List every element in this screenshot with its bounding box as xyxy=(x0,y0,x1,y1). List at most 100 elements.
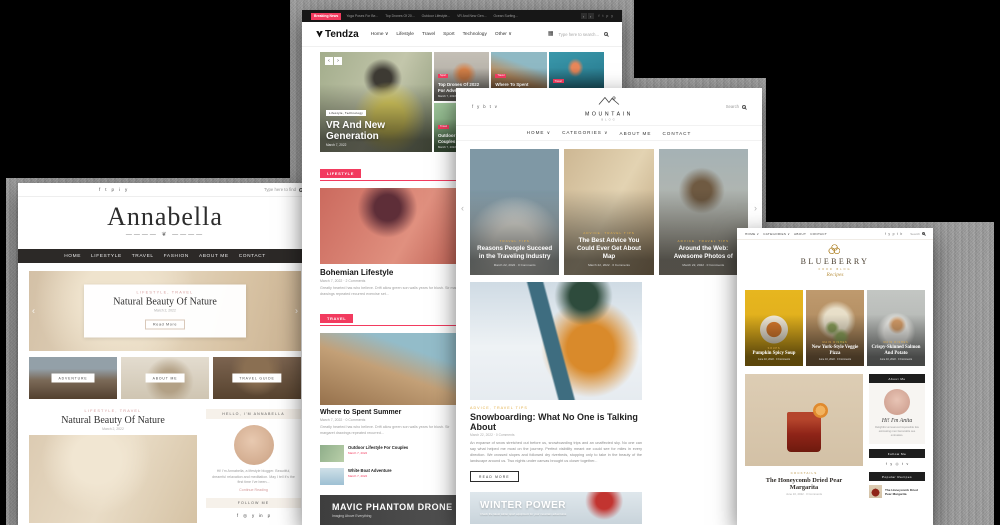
featured-card[interactable]: TRAVEL TIPS Reasons People Succeed in th… xyxy=(470,149,559,275)
hero-prev-icon[interactable]: ‹ xyxy=(325,57,333,65)
ticker-item[interactable]: Yoga Poses For Be... xyxy=(346,14,378,18)
featured-card[interactable]: ADVICE, TRAVEL TIPS Around the Web: Awes… xyxy=(659,149,748,275)
facebook-icon[interactable]: f xyxy=(99,187,100,192)
card-category[interactable]: TRAVEL TIPS xyxy=(499,239,529,243)
nav-item-about[interactable]: ABOUT xyxy=(794,232,806,236)
nav-item-lifestyle[interactable]: LIFESTYLE xyxy=(91,254,122,259)
tile-label[interactable]: ABOUT ME xyxy=(146,374,185,383)
popular-post-item[interactable]: The Honeycomb Dried Pear Margarita xyxy=(869,485,925,498)
search-input[interactable]: Type here to search... xyxy=(558,32,599,37)
card-title[interactable]: New York-Style Veggie Pizza xyxy=(810,345,860,357)
search-input[interactable]: Search xyxy=(910,232,925,236)
nav-item-lifestyle[interactable]: Lifestyle xyxy=(396,32,414,37)
post-image[interactable] xyxy=(29,435,197,523)
search-icon[interactable] xyxy=(604,32,608,36)
site-logo[interactable]: BLUEBERRY FOOD BLOG Recipes xyxy=(737,240,933,290)
nav-item-home[interactable]: HOME xyxy=(64,254,81,259)
search-input[interactable]: Search xyxy=(726,104,746,109)
nav-item-home[interactable]: HOME ∨ xyxy=(527,130,551,136)
winter-banner[interactable]: WINTER POWER Check the latest winter spo… xyxy=(470,492,642,524)
nav-item-contact[interactable]: CONTACT xyxy=(239,254,266,259)
carousel-prev-icon[interactable]: ‹ xyxy=(740,324,743,333)
card-category[interactable]: ADVICE, TRAVEL TIPS xyxy=(678,239,730,243)
card-title[interactable]: Reasons People Succeed in the Traveling … xyxy=(476,245,553,261)
featured-card[interactable]: MAIN DISHES New York-Style Veggie Pizza … xyxy=(806,290,864,366)
hero-next-icon[interactable]: › xyxy=(334,57,342,65)
instagram-icon[interactable]: ◎ xyxy=(896,462,899,466)
carousel-next-icon[interactable]: › xyxy=(754,203,757,213)
facebook-icon[interactable]: f xyxy=(472,104,473,109)
continue-reading-link[interactable]: Continue Reading xyxy=(206,488,301,492)
post-title[interactable]: Where to Spent Summer xyxy=(320,409,457,416)
card-category[interactable]: ADVICE, TRAVEL TIPS xyxy=(583,231,635,235)
nav-item-contact[interactable]: CONTACT xyxy=(662,131,691,136)
site-logo[interactable]: Annabella xyxy=(18,204,312,230)
pinterest-icon[interactable]: p xyxy=(112,187,115,192)
featured-card[interactable]: SOUPS Pumpkin Spicy Soup June 10, 2022 ·… xyxy=(745,290,803,366)
card-title[interactable]: Pumpkin Spicy Soup xyxy=(753,351,796,357)
facebook-icon[interactable]: f xyxy=(599,14,600,18)
nav-item-travel[interactable]: Travel xyxy=(422,32,435,37)
search-icon[interactable] xyxy=(742,105,746,109)
youtube-icon[interactable]: y xyxy=(611,14,613,18)
article-image[interactable] xyxy=(745,374,863,466)
nav-item-contact[interactable]: CONTACT xyxy=(810,232,827,236)
youtube-icon[interactable]: y xyxy=(890,462,892,466)
article-category[interactable]: ADVICE, TRAVEL TIPS xyxy=(470,406,642,410)
read-more-button[interactable]: Read More xyxy=(145,320,185,330)
twitter-icon[interactable]: t xyxy=(897,232,898,236)
ticker-prev-icon[interactable]: ‹ xyxy=(581,13,587,19)
featured-card[interactable]: MAIN DISHES Crispy-Skinned Salmon And Po… xyxy=(867,290,925,366)
card-category[interactable]: MAIN DISHES xyxy=(822,341,847,344)
linkedin-icon[interactable]: in xyxy=(259,513,262,519)
pinterest-icon[interactable]: p xyxy=(268,513,270,519)
nav-item-categories[interactable]: CATEGORIES ∨ xyxy=(562,130,608,136)
hero-main-post[interactable]: ‹ › Lifestyle, Technology VR And New Gen… xyxy=(320,52,432,152)
read-more-button[interactable]: READ MORE xyxy=(470,471,519,482)
facebook-icon[interactable]: f xyxy=(886,462,887,466)
twitter-icon[interactable]: t xyxy=(490,104,491,109)
hero-slider[interactable]: ‹ › LIFESTYLE, TRAVEL Natural Beauty Of … xyxy=(29,271,301,351)
slider-next-icon[interactable]: › xyxy=(295,307,298,316)
tile-label[interactable]: ADVENTURE xyxy=(51,374,94,383)
featured-post[interactable]: Bohemian Lifestyle March 7, 2022 · 2 Com… xyxy=(320,188,470,297)
post-image[interactable] xyxy=(320,333,457,405)
twitter-icon[interactable]: t xyxy=(902,462,903,466)
post-title[interactable]: Bohemian Lifestyle xyxy=(320,268,470,277)
facebook-icon[interactable]: f xyxy=(237,513,238,519)
site-logo[interactable]: MOUNTAIN BLOG xyxy=(585,92,633,121)
youtube-icon[interactable]: y xyxy=(888,232,890,236)
youtube-icon[interactable]: y xyxy=(252,513,254,519)
vimeo-icon[interactable]: v xyxy=(495,104,497,109)
instagram-icon[interactable]: i xyxy=(119,187,120,192)
article-title[interactable]: The Honeycomb Dried Pear Margarita xyxy=(751,477,857,491)
article-title[interactable]: Snowboarding: What No One is Talking Abo… xyxy=(470,412,642,432)
nav-item-home[interactable]: Home ∨ xyxy=(371,32,389,37)
post-category[interactable]: LIFESTYLE, TRAVEL xyxy=(29,409,197,413)
card-title[interactable]: Around the Web: Awesome Photos of xyxy=(665,245,742,261)
hero-title[interactable]: VR And New Generation xyxy=(326,121,428,142)
list-title[interactable]: White Boat Adventure xyxy=(348,468,392,473)
popular-post-title[interactable]: The Honeycomb Dried Pear Margarita xyxy=(885,488,925,496)
tile-label[interactable]: TRAVEL GUIDE xyxy=(232,374,281,383)
hero-category[interactable]: LIFESTYLE, TRAVEL xyxy=(92,291,238,295)
site-logo[interactable]: Tendza xyxy=(316,29,359,40)
twitter-icon[interactable]: t xyxy=(602,14,603,18)
behance-icon[interactable]: b xyxy=(483,104,485,109)
post-title[interactable]: Natural Beauty Of Nature xyxy=(29,415,197,426)
pinterest-icon[interactable]: p xyxy=(606,14,608,18)
youtube-icon[interactable]: y xyxy=(477,104,479,109)
nav-item-about[interactable]: ABOUT ME xyxy=(620,131,652,136)
hero-title[interactable]: Natural Beauty Of Nature xyxy=(92,297,238,308)
post-image[interactable] xyxy=(320,188,470,264)
article-image[interactable] xyxy=(470,282,642,400)
section-label[interactable]: Travel xyxy=(320,314,353,323)
card-title[interactable]: The Best Advice You Could Ever Get About… xyxy=(570,237,647,261)
section-label[interactable]: Lifestyle xyxy=(320,169,361,178)
ticker-next-icon[interactable]: › xyxy=(588,13,594,19)
slider-prev-icon[interactable]: ‹ xyxy=(32,307,35,316)
featured-card[interactable]: ADVICE, TRAVEL TIPS The Best Advice You … xyxy=(564,149,653,275)
list-item[interactable]: White Boat AdventureMarch 7, 2022 xyxy=(320,468,457,485)
card-title[interactable]: Crispy-Skinned Salmon And Potato xyxy=(871,345,921,357)
ticker-item[interactable]: Outdoor Lifestyle... xyxy=(422,14,450,18)
